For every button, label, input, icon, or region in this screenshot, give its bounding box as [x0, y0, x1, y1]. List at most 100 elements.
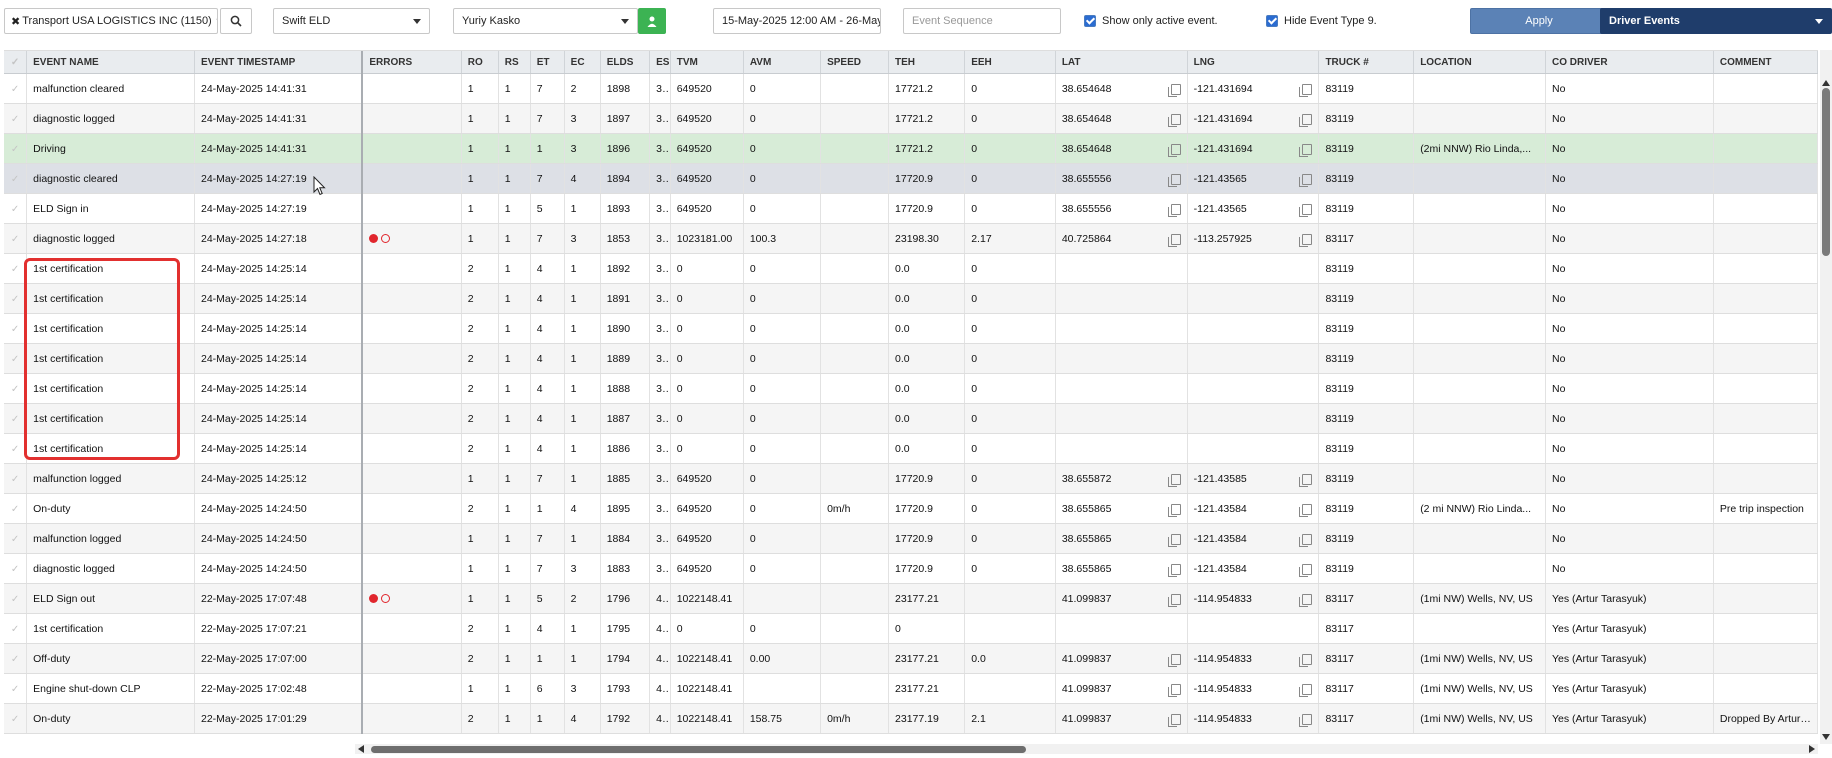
table-row[interactable]: ✓ 1st certification 24-May-2025 14:25:14 2 1… [4, 313, 1818, 344]
row-checkbox[interactable]: ✓ [4, 73, 28, 104]
table-row[interactable]: ✓ 1st certification 24-May-2025 14:25:14 2 1… [4, 373, 1818, 404]
row-checkbox[interactable]: ✓ [4, 193, 28, 224]
row-checkbox[interactable]: ✓ [4, 133, 28, 164]
copy-icon[interactable] [1167, 173, 1181, 187]
column-header[interactable]: EVENT NAME [26, 51, 195, 74]
table-row[interactable]: ✓ Driving 24-May-2025 14:41:31 1 1 1 3 1896 3...… [4, 133, 1818, 164]
table-row[interactable]: ✓ malfunction logged 24-May-2025 14:24:50 1… [4, 523, 1818, 554]
copy-icon[interactable] [1167, 83, 1181, 97]
company-select[interactable]: ✖ Transport USA LOGISTICS INC (1150) ▼ [4, 8, 218, 34]
column-header[interactable]: LAT [1055, 51, 1188, 74]
column-header[interactable]: ES [649, 51, 671, 74]
column-header[interactable]: COMMENT [1713, 51, 1818, 74]
copy-icon[interactable] [1167, 473, 1181, 487]
copy-icon[interactable] [1167, 683, 1181, 697]
table-row[interactable]: ✓ 1st certification 24-May-2025 14:25:14 2 1… [4, 433, 1818, 464]
table-row[interactable]: ✓ diagnostic logged 24-May-2025 14:27:18 1 1… [4, 223, 1818, 254]
show-active-option[interactable]: Show only active event. [1084, 8, 1218, 34]
copy-icon[interactable] [1299, 533, 1313, 547]
table-row[interactable]: ✓ diagnostic logged 24-May-2025 14:24:50 1 1… [4, 553, 1818, 584]
scroll-right-icon[interactable] [1809, 745, 1815, 753]
table-row[interactable]: ✓ ELD Sign in 24-May-2025 14:27:19 1 1 5 1 1893… [4, 193, 1818, 224]
row-checkbox[interactable]: ✓ [4, 403, 28, 434]
column-header[interactable]: TEH [888, 51, 966, 74]
row-checkbox[interactable]: ✓ [4, 583, 28, 614]
row-checkbox[interactable]: ✓ [4, 553, 28, 584]
column-header[interactable]: EEH [964, 51, 1056, 74]
copy-icon[interactable] [1167, 233, 1181, 247]
view-select[interactable]: Driver Events [1600, 8, 1832, 34]
column-header[interactable]: EVENT TIMESTAMP [194, 51, 364, 74]
copy-icon[interactable] [1299, 173, 1313, 187]
row-checkbox[interactable]: ✓ [4, 523, 28, 554]
scroll-up-icon[interactable] [1822, 80, 1830, 86]
row-checkbox[interactable]: ✓ [4, 163, 28, 194]
table-row[interactable]: ✓ diagnostic cleared 24-May-2025 14:27:19 1… [4, 163, 1818, 194]
column-header[interactable]: TVM [670, 51, 744, 74]
column-header[interactable]: ET [530, 51, 565, 74]
copy-icon[interactable] [1299, 503, 1313, 517]
row-checkbox[interactable]: ✓ [4, 103, 28, 134]
scroll-left-icon[interactable] [358, 745, 364, 753]
copy-icon[interactable] [1299, 713, 1313, 727]
horizontal-scrollbar[interactable] [355, 744, 1818, 754]
horizontal-scroll-thumb[interactable] [371, 746, 1026, 753]
copy-icon[interactable] [1299, 563, 1313, 577]
driver-profile-button[interactable] [638, 8, 666, 34]
apply-button[interactable]: Apply [1470, 8, 1608, 34]
copy-icon[interactable] [1167, 653, 1181, 667]
table-row[interactable]: ✓ 1st certification 24-May-2025 14:25:14 2 1… [4, 283, 1818, 314]
row-checkbox[interactable]: ✓ [4, 223, 28, 254]
table-row[interactable]: ✓ ELD Sign out 22-May-2025 17:07:48 1 1 5 2 179… [4, 583, 1818, 614]
event-sequence-input[interactable]: Event Sequence [903, 8, 1061, 34]
table-row[interactable]: ✓ On-duty 22-May-2025 17:01:29 2 1 1 4 1792 4...… [4, 703, 1818, 734]
table-row[interactable]: ✓ Engine shut-down CLP 22-May-2025 17:02:4… [4, 673, 1818, 704]
table-row[interactable]: ✓ malfunction logged 24-May-2025 14:25:12 1… [4, 463, 1818, 494]
copy-icon[interactable] [1299, 83, 1313, 97]
copy-icon[interactable] [1299, 473, 1313, 487]
row-checkbox[interactable]: ✓ [4, 463, 28, 494]
row-checkbox[interactable]: ✓ [4, 373, 28, 404]
copy-icon[interactable] [1167, 713, 1181, 727]
copy-icon[interactable] [1167, 503, 1181, 517]
table-row[interactable]: ✓ On-duty 24-May-2025 14:24:50 2 1 1 4 1895 3...… [4, 493, 1818, 524]
copy-icon[interactable] [1299, 143, 1313, 157]
table-row[interactable]: ✓ 1st certification 24-May-2025 14:25:14 2 1… [4, 253, 1818, 284]
copy-icon[interactable] [1299, 203, 1313, 217]
copy-icon[interactable] [1167, 533, 1181, 547]
column-header[interactable]: AVM [743, 51, 822, 74]
table-row[interactable]: ✓ malfunction cleared 24-May-2025 14:41:31… [4, 73, 1818, 104]
column-header[interactable]: CO DRIVER [1545, 51, 1714, 74]
table-row[interactable]: ✓ 1st certification 24-May-2025 14:25:14 2 1… [4, 403, 1818, 434]
column-header[interactable]: RO [461, 51, 499, 74]
date-range-input[interactable]: 15-May-2025 12:00 AM - 26-May [713, 8, 881, 34]
copy-icon[interactable] [1167, 143, 1181, 157]
vertical-scrollbar[interactable] [1820, 50, 1832, 744]
select-all-checkbox[interactable]: ✓ [4, 51, 28, 74]
table-row[interactable]: ✓ 1st certification 24-May-2025 14:25:14 2 1… [4, 343, 1818, 374]
row-checkbox[interactable]: ✓ [4, 433, 28, 464]
column-header[interactable]: ELDS [600, 51, 651, 74]
search-button[interactable] [220, 8, 252, 34]
row-checkbox[interactable]: ✓ [4, 703, 28, 734]
driver-select[interactable]: Yuriy Kasko [453, 8, 638, 34]
eld-type-select[interactable]: Swift ELD [273, 8, 430, 34]
copy-icon[interactable] [1299, 233, 1313, 247]
column-header[interactable]: LNG [1187, 51, 1320, 74]
copy-icon[interactable] [1299, 683, 1313, 697]
column-header[interactable]: RS [498, 51, 531, 74]
row-checkbox[interactable]: ✓ [4, 493, 28, 524]
row-checkbox[interactable]: ✓ [4, 643, 28, 674]
column-header[interactable]: SPEED [820, 51, 890, 74]
copy-icon[interactable] [1299, 593, 1313, 607]
table-row[interactable]: ✓ Off-duty 22-May-2025 17:07:00 2 1 1 1 1794 4..… [4, 643, 1818, 674]
copy-icon[interactable] [1167, 203, 1181, 217]
row-checkbox[interactable]: ✓ [4, 613, 28, 644]
hide-type9-option[interactable]: Hide Event Type 9. [1266, 8, 1377, 34]
copy-icon[interactable] [1167, 593, 1181, 607]
column-header[interactable]: ERRORS [362, 51, 462, 74]
column-header[interactable]: TRUCK # [1318, 51, 1415, 74]
column-header[interactable]: EC [564, 51, 601, 74]
table-row[interactable]: ✓ diagnostic logged 24-May-2025 14:41:31 1 1… [4, 103, 1818, 134]
copy-icon[interactable] [1167, 113, 1181, 127]
